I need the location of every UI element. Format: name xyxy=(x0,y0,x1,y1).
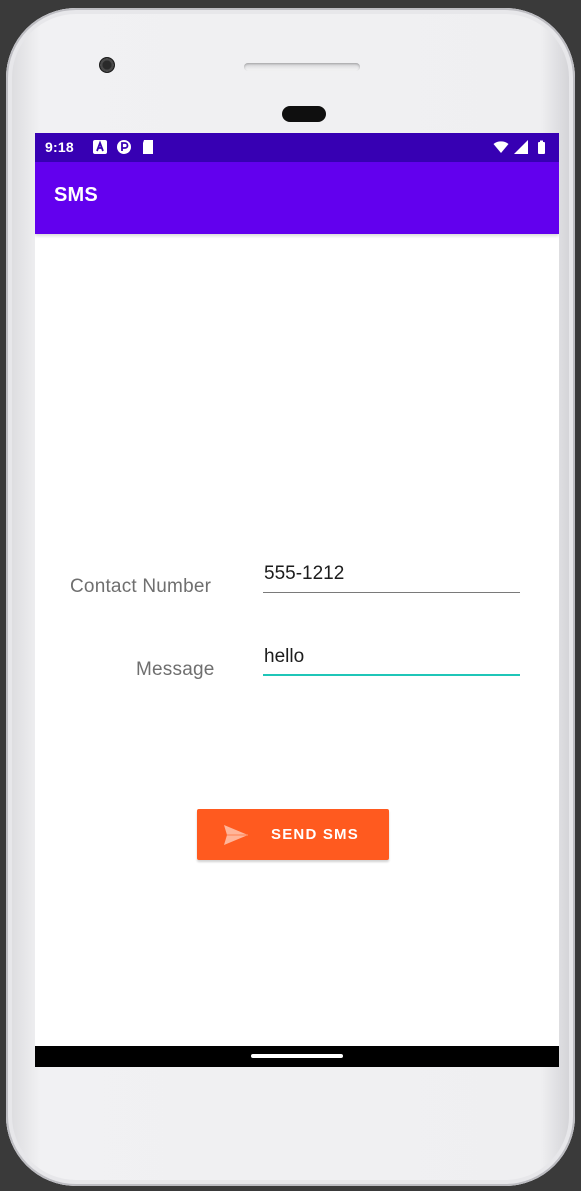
send-sms-button[interactable]: SEND SMS xyxy=(197,809,389,860)
p-notification-icon xyxy=(117,140,131,154)
message-input[interactable] xyxy=(263,643,520,676)
app-bar: SMS xyxy=(35,162,559,234)
status-time: 9:18 xyxy=(45,139,74,155)
app-title: SMS xyxy=(54,184,98,206)
sms-form: Contact Number Message SEND SMS xyxy=(35,234,559,1046)
front-camera xyxy=(99,57,115,73)
battery-icon xyxy=(538,140,545,154)
status-system-icons xyxy=(493,139,549,155)
proximity-sensor xyxy=(282,106,326,122)
home-gesture-pill[interactable] xyxy=(251,1054,343,1058)
contact-number-input[interactable] xyxy=(263,560,520,593)
send-icon xyxy=(224,824,248,845)
status-notification-icons xyxy=(92,139,156,155)
contact-number-label: Contact Number xyxy=(70,576,212,597)
status-bar: 9:18 xyxy=(35,133,559,162)
wifi-icon xyxy=(493,141,509,153)
navigation-bar xyxy=(35,1046,559,1067)
message-label: Message xyxy=(136,659,215,680)
sd-card-icon xyxy=(143,140,153,154)
send-sms-label: SEND SMS xyxy=(271,826,359,843)
app-screen: 9:18 SMS Contact Number 555-1212 Message… xyxy=(35,133,559,1067)
a-notification-icon xyxy=(93,140,107,154)
cell-signal-icon xyxy=(514,140,528,154)
earpiece-speaker xyxy=(244,63,360,71)
